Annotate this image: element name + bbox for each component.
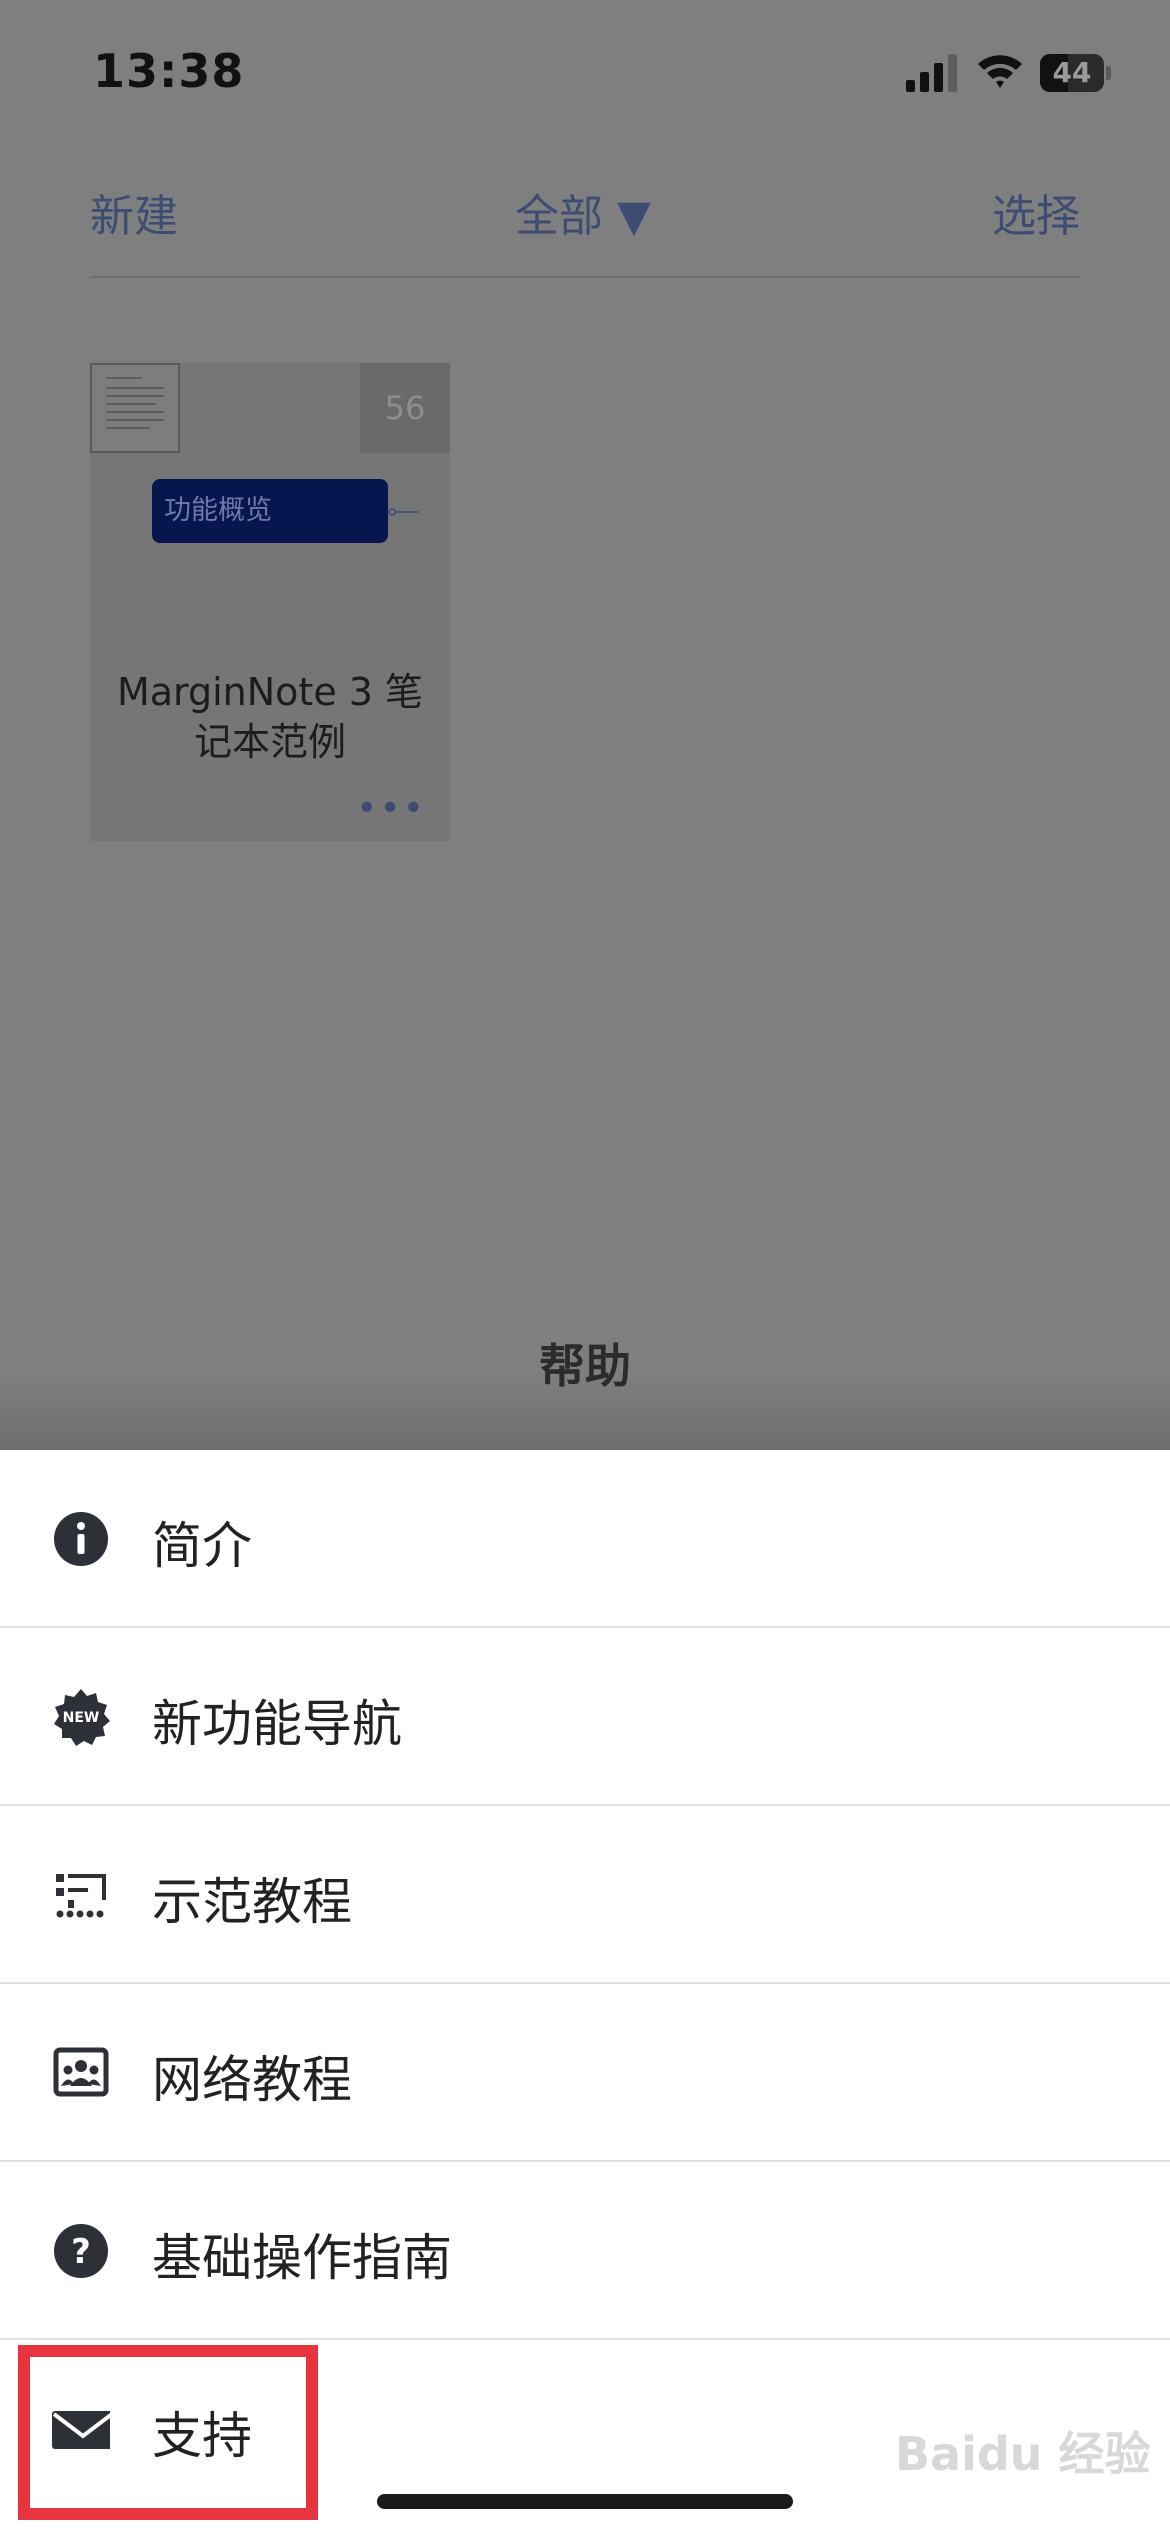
nav-divider [90, 276, 1080, 278]
top-nav: 新建 全部 ▼ 选择 [0, 160, 1170, 276]
notebook-card[interactable]: 56 功能概览 MarginNote 3 笔 记本范例 ••• [90, 363, 450, 841]
page-count-badge: 56 [360, 363, 450, 453]
battery-level: 44 [1052, 56, 1092, 89]
menu-item-label: 网络教程 [152, 2051, 352, 2109]
help-question-icon: ? [54, 2224, 108, 2278]
more-options-icon[interactable]: ••• [356, 791, 426, 827]
node-connector-icon [388, 508, 418, 516]
menu-item-new-features[interactable]: NEW 新功能导航 [0, 1628, 1170, 1806]
signal-icon [906, 54, 957, 92]
highlight-box [18, 2345, 318, 2520]
home-indicator[interactable] [377, 2494, 793, 2509]
battery-indicator: 44 [1040, 54, 1112, 92]
status-bar: 13:38 44 [0, 0, 1170, 140]
menu-item-label: 新功能导航 [152, 1695, 402, 1753]
menu-item-label: 基础操作指南 [152, 2229, 452, 2287]
filter-dropdown[interactable]: 全部 ▼ [515, 180, 651, 244]
menu-item-intro[interactable]: 简介 [0, 1450, 1170, 1628]
watermark: Baidu 经验 [895, 2427, 1151, 2481]
new-button[interactable]: 新建 [90, 180, 178, 244]
sheet-title: 帮助 [539, 1339, 631, 1393]
demo-tutorial-icon [56, 1874, 106, 1918]
menu-item-online-tutorial[interactable]: 网络教程 [0, 1984, 1170, 2162]
svg-text:NEW: NEW [63, 1710, 100, 1726]
svg-text:?: ? [71, 2232, 91, 2272]
wifi-icon [978, 55, 1022, 88]
menu-item-label: 示范教程 [152, 1873, 352, 1931]
menu-item-label: 简介 [152, 1517, 252, 1575]
online-tutorial-icon [53, 2047, 109, 2097]
status-time: 13:38 [93, 44, 245, 98]
notebook-thumbnail [90, 363, 180, 453]
select-button[interactable]: 选择 [992, 180, 1080, 244]
notebook-title: MarginNote 3 笔 记本范例 [116, 670, 424, 764]
info-icon [54, 1512, 108, 1566]
menu-item-demo-tutorial[interactable]: 示范教程 [0, 1806, 1170, 1984]
menu-item-basic-guide[interactable]: ? 基础操作指南 [0, 2162, 1170, 2340]
mindmap-node: 功能概览 [152, 479, 388, 543]
new-badge-icon: NEW [54, 1689, 110, 1746]
